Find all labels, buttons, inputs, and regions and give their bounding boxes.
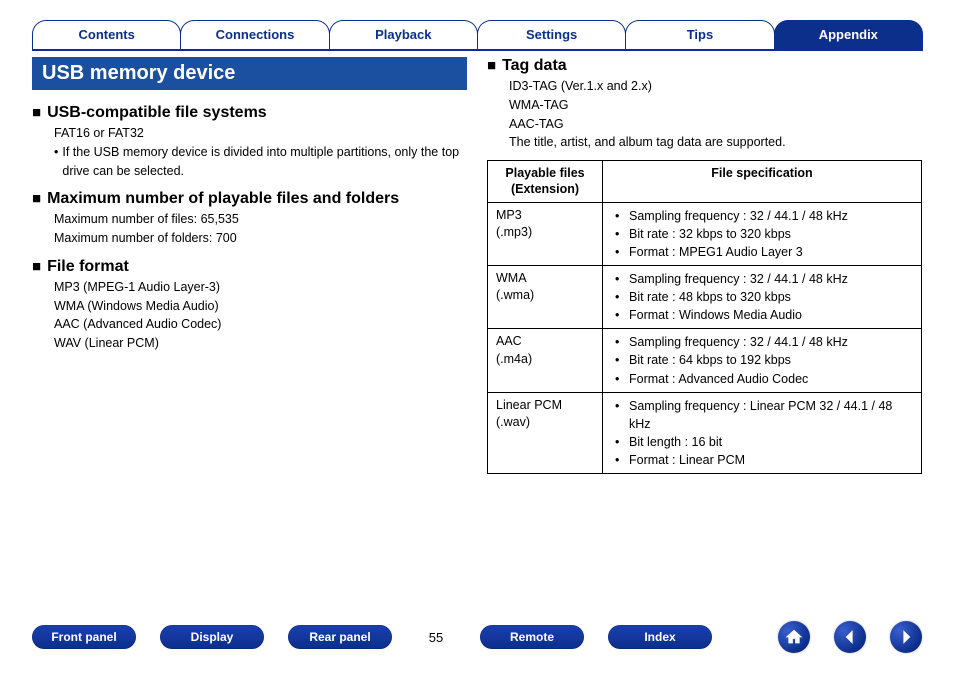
table-row: AAC(.m4a)Sampling frequency : 32 / 44.1 … (488, 329, 922, 392)
index-button[interactable]: Index (608, 625, 712, 649)
section-banner: USB memory device (32, 57, 467, 90)
remote-button[interactable]: Remote (480, 625, 584, 649)
file-spec-table: Playable files (Extension) File specific… (487, 160, 922, 474)
heading-text: File format (47, 258, 129, 276)
cell-file-spec: Sampling frequency : 32 / 44.1 / 48 kHzB… (603, 265, 922, 328)
page-number: 55 (416, 630, 456, 645)
body-text: Maximum number of files: 65,535 (32, 210, 467, 229)
cell-file-name: Linear PCM(.wav) (488, 392, 603, 474)
body-text: ID3-TAG (Ver.1.x and 2.x) (487, 77, 922, 96)
body-text: Maximum number of folders: 700 (32, 229, 467, 248)
next-page-icon[interactable] (890, 621, 922, 653)
square-icon: ■ (32, 191, 41, 206)
body-text: WAV (Linear PCM) (32, 334, 467, 353)
heading-text: Tag data (502, 57, 567, 75)
heading-text: USB-compatible file systems (47, 104, 267, 122)
table-row: MP3(.mp3)Sampling frequency : 32 / 44.1 … (488, 202, 922, 265)
body-text: AAC-TAG (487, 115, 922, 134)
body-text: The title, artist, and album tag data ar… (487, 133, 922, 152)
body-text: WMA (Windows Media Audio) (32, 297, 467, 316)
home-icon[interactable] (778, 621, 810, 653)
body-text: MP3 (MPEG-1 Audio Layer-3) (32, 278, 467, 297)
cell-file-spec: Sampling frequency : 32 / 44.1 / 48 kHzB… (603, 329, 922, 392)
table-header-spec: File specification (603, 161, 922, 203)
heading-max-files: ■ Maximum number of playable files and f… (32, 190, 467, 208)
square-icon: ■ (487, 58, 496, 73)
rear-panel-button[interactable]: Rear panel (288, 625, 392, 649)
tab-playback[interactable]: Playback (329, 20, 478, 51)
tab-contents[interactable]: Contents (32, 20, 181, 51)
bottom-nav: Front panel Display Rear panel 55 Remote… (0, 621, 954, 653)
table-row: WMA(.wma)Sampling frequency : 32 / 44.1 … (488, 265, 922, 328)
table-row: Linear PCM(.wav)Sampling frequency : Lin… (488, 392, 922, 474)
heading-tag-data: ■ Tag data (487, 57, 922, 75)
body-text: WMA-TAG (487, 96, 922, 115)
front-panel-button[interactable]: Front panel (32, 625, 136, 649)
tab-appendix[interactable]: Appendix (774, 20, 923, 51)
cell-file-name: MP3(.mp3) (488, 202, 603, 265)
body-bullet: •If the USB memory device is divided int… (32, 143, 467, 181)
heading-usb-compatible: ■ USB-compatible file systems (32, 104, 467, 122)
prev-page-icon[interactable] (834, 621, 866, 653)
top-tabs: ContentsConnectionsPlaybackSettingsTipsA… (32, 20, 922, 51)
table-header-playable: Playable files (Extension) (488, 161, 603, 203)
body-text: AAC (Advanced Audio Codec) (32, 315, 467, 334)
heading-text: Maximum number of playable files and fol… (47, 190, 399, 208)
tab-connections[interactable]: Connections (180, 20, 329, 51)
tab-settings[interactable]: Settings (477, 20, 626, 51)
heading-file-format: ■ File format (32, 258, 467, 276)
body-text: FAT16 or FAT32 (32, 124, 467, 143)
display-button[interactable]: Display (160, 625, 264, 649)
square-icon: ■ (32, 105, 41, 120)
cell-file-spec: Sampling frequency : Linear PCM 32 / 44.… (603, 392, 922, 474)
square-icon: ■ (32, 259, 41, 274)
cell-file-name: AAC(.m4a) (488, 329, 603, 392)
cell-file-spec: Sampling frequency : 32 / 44.1 / 48 kHzB… (603, 202, 922, 265)
tab-tips[interactable]: Tips (625, 20, 774, 51)
cell-file-name: WMA(.wma) (488, 265, 603, 328)
